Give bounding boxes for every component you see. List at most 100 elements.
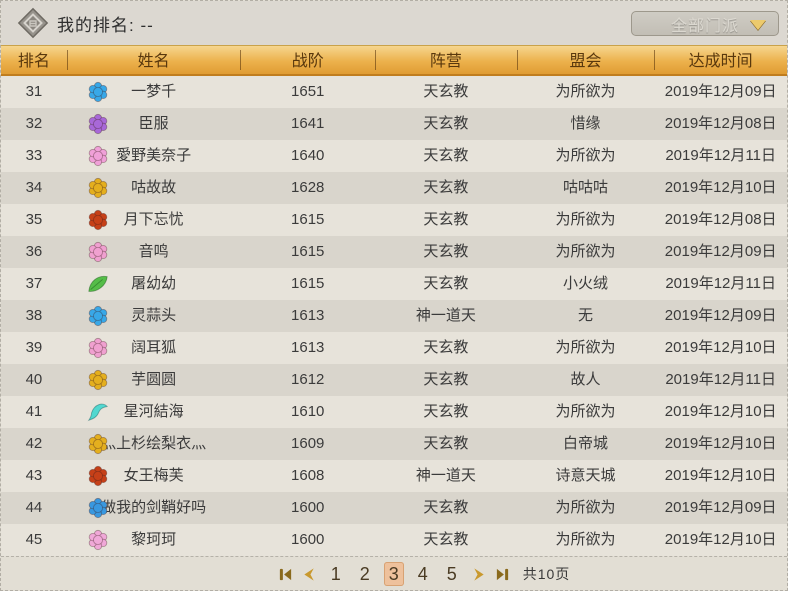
- name-cell: 臣服: [67, 108, 241, 140]
- topbar: 我的排名: -- 全部门派: [1, 1, 787, 45]
- first-page-button[interactable]: [278, 567, 293, 582]
- battle-score: 1600: [291, 531, 325, 548]
- page-4-button[interactable]: 4: [413, 562, 433, 586]
- battle-score: 1613: [291, 339, 325, 356]
- player-name: 咕故故: [131, 179, 177, 196]
- player-name: 阔耳狐: [131, 339, 177, 356]
- sect-icon: [87, 145, 109, 167]
- faction-value: 天玄教: [423, 211, 469, 228]
- page-2-button[interactable]: 2: [355, 562, 375, 586]
- table-header: 排名 姓名 战阶 阵营 盟会 达成时间: [1, 45, 787, 76]
- sect-icon: [87, 401, 109, 423]
- battle-score: 1641: [291, 115, 325, 132]
- my-rank-label: 我的排名: --: [57, 15, 154, 35]
- guild-value: 故人: [570, 371, 601, 388]
- table-row[interactable]: 36 音鸣 1615 天玄教 为所欲为 2019年12月09日: [1, 236, 787, 268]
- rank-value: 37: [25, 275, 43, 292]
- faction-value: 天玄教: [423, 403, 469, 420]
- date-value: 2019年12月10日: [664, 179, 777, 196]
- prev-page-button[interactable]: [302, 567, 317, 582]
- date-value: 2019年12月10日: [664, 339, 777, 356]
- battle-score: 1651: [291, 83, 325, 100]
- sect-icon: [87, 433, 109, 455]
- battle-score: 1612: [291, 371, 325, 388]
- table-row[interactable]: 43 女王梅芙 1608 神一道天 诗意天城 2019年12月10日: [1, 460, 787, 492]
- date-value: 2019年12月09日: [664, 243, 777, 260]
- table-row[interactable]: 35 月下忘忧 1615 天玄教 为所欲为 2019年12月08日: [1, 204, 787, 236]
- sect-icon: [87, 305, 109, 327]
- table-row[interactable]: 32 臣服 1641 天玄教 惜缘 2019年12月08日: [1, 108, 787, 140]
- table-row[interactable]: 33 愛野美奈子 1640 天玄教 为所欲为 2019年12月11日: [1, 140, 787, 172]
- sect-icon: [87, 241, 109, 263]
- guild-value: 惜缘: [570, 115, 601, 132]
- battle-score: 1615: [291, 275, 325, 292]
- table-row[interactable]: 37 屠幼幼 1615 天玄教 小火绒 2019年12月11日: [1, 268, 787, 300]
- column-header-date: 达成时间: [654, 46, 787, 74]
- player-name: 灬上杉绘梨衣灬: [101, 435, 207, 452]
- faction-value: 天玄教: [423, 435, 469, 452]
- battle-score: 1613: [291, 307, 325, 324]
- page-1-button[interactable]: 1: [326, 562, 346, 586]
- rank-value: 40: [25, 371, 43, 388]
- table-row[interactable]: 42 灬上杉绘梨衣灬 1609 天玄教 白帝城 2019年12月10日: [1, 428, 787, 460]
- name-cell: 芋圆圆: [67, 364, 241, 396]
- sect-filter-dropdown[interactable]: 全部门派: [631, 11, 779, 36]
- battle-score: 1609: [291, 435, 325, 452]
- player-name: 星河結海: [123, 403, 184, 420]
- date-value: 2019年12月11日: [665, 371, 776, 388]
- player-name: 一梦千: [131, 83, 177, 100]
- page-3-button[interactable]: 3: [383, 562, 404, 586]
- table-row[interactable]: 44 做我的剑鞘好吗 1600 天玄教 为所欲为 2019年12月09日: [1, 492, 787, 524]
- faction-value: 神一道天: [415, 467, 476, 484]
- column-header-guild: 盟会: [516, 46, 655, 74]
- table-row[interactable]: 34 咕故故 1628 天玄教 咕咕咕 2019年12月10日: [1, 172, 787, 204]
- battle-score: 1640: [291, 147, 325, 164]
- player-name: 芋圆圆: [131, 371, 177, 388]
- sect-icon: [87, 209, 109, 231]
- sect-icon: [87, 81, 109, 103]
- rank-value: 35: [25, 211, 43, 228]
- sect-icon: [87, 337, 109, 359]
- faction-value: 天玄教: [423, 179, 469, 196]
- player-name: 臣服: [138, 115, 169, 132]
- date-value: 2019年12月08日: [664, 211, 777, 228]
- player-name: 女王梅芙: [123, 467, 184, 484]
- name-cell: 黎珂珂: [67, 524, 241, 556]
- date-value: 2019年12月11日: [665, 147, 776, 164]
- player-name: 月下忘忧: [123, 211, 184, 228]
- sect-icon: [87, 529, 109, 551]
- next-page-button[interactable]: [471, 567, 486, 582]
- sect-icon: [87, 113, 109, 135]
- faction-value: 天玄教: [423, 499, 469, 516]
- page-5-button[interactable]: 5: [442, 562, 462, 586]
- sect-icon: [87, 273, 109, 295]
- rank-value: 45: [25, 531, 43, 548]
- player-name: 黎珂珂: [131, 531, 177, 548]
- player-name: 屠幼幼: [131, 275, 177, 292]
- rank-value: 34: [25, 179, 43, 196]
- last-page-button[interactable]: [495, 567, 510, 582]
- battle-score: 1608: [291, 467, 325, 484]
- guild-value: 为所欲为: [555, 499, 616, 516]
- faction-value: 天玄教: [423, 115, 469, 132]
- table-row[interactable]: 31 一梦千 1651 天玄教 为所欲为 2019年12月09日: [1, 76, 787, 108]
- name-cell: 灬上杉绘梨衣灬: [67, 428, 241, 460]
- faction-value: 天玄教: [423, 243, 469, 260]
- date-value: 2019年12月09日: [664, 499, 777, 516]
- table-row[interactable]: 38 灵蒜头 1613 神一道天 无 2019年12月09日: [1, 300, 787, 332]
- faction-value: 天玄教: [423, 147, 469, 164]
- table-row[interactable]: 45 黎珂珂 1600 天玄教 为所欲为 2019年12月10日: [1, 524, 787, 556]
- name-cell: 做我的剑鞘好吗: [67, 492, 241, 524]
- table-row[interactable]: 40 芋圆圆 1612 天玄教 故人 2019年12月11日: [1, 364, 787, 396]
- table-row[interactable]: 39 阔耳狐 1613 天玄教 为所欲为 2019年12月10日: [1, 332, 787, 364]
- faction-value: 神一道天: [415, 307, 476, 324]
- guild-value: 白帝城: [563, 435, 609, 452]
- rank-value: 32: [25, 115, 43, 132]
- player-name: 音鸣: [138, 243, 169, 260]
- table-row[interactable]: 41 星河結海 1610 天玄教 为所欲为 2019年12月10日: [1, 396, 787, 428]
- player-name: 愛野美奈子: [116, 147, 192, 164]
- name-cell: 屠幼幼: [67, 268, 241, 300]
- guild-value: 为所欲为: [555, 339, 616, 356]
- column-header-name: 姓名: [66, 46, 241, 74]
- date-value: 2019年12月10日: [664, 467, 777, 484]
